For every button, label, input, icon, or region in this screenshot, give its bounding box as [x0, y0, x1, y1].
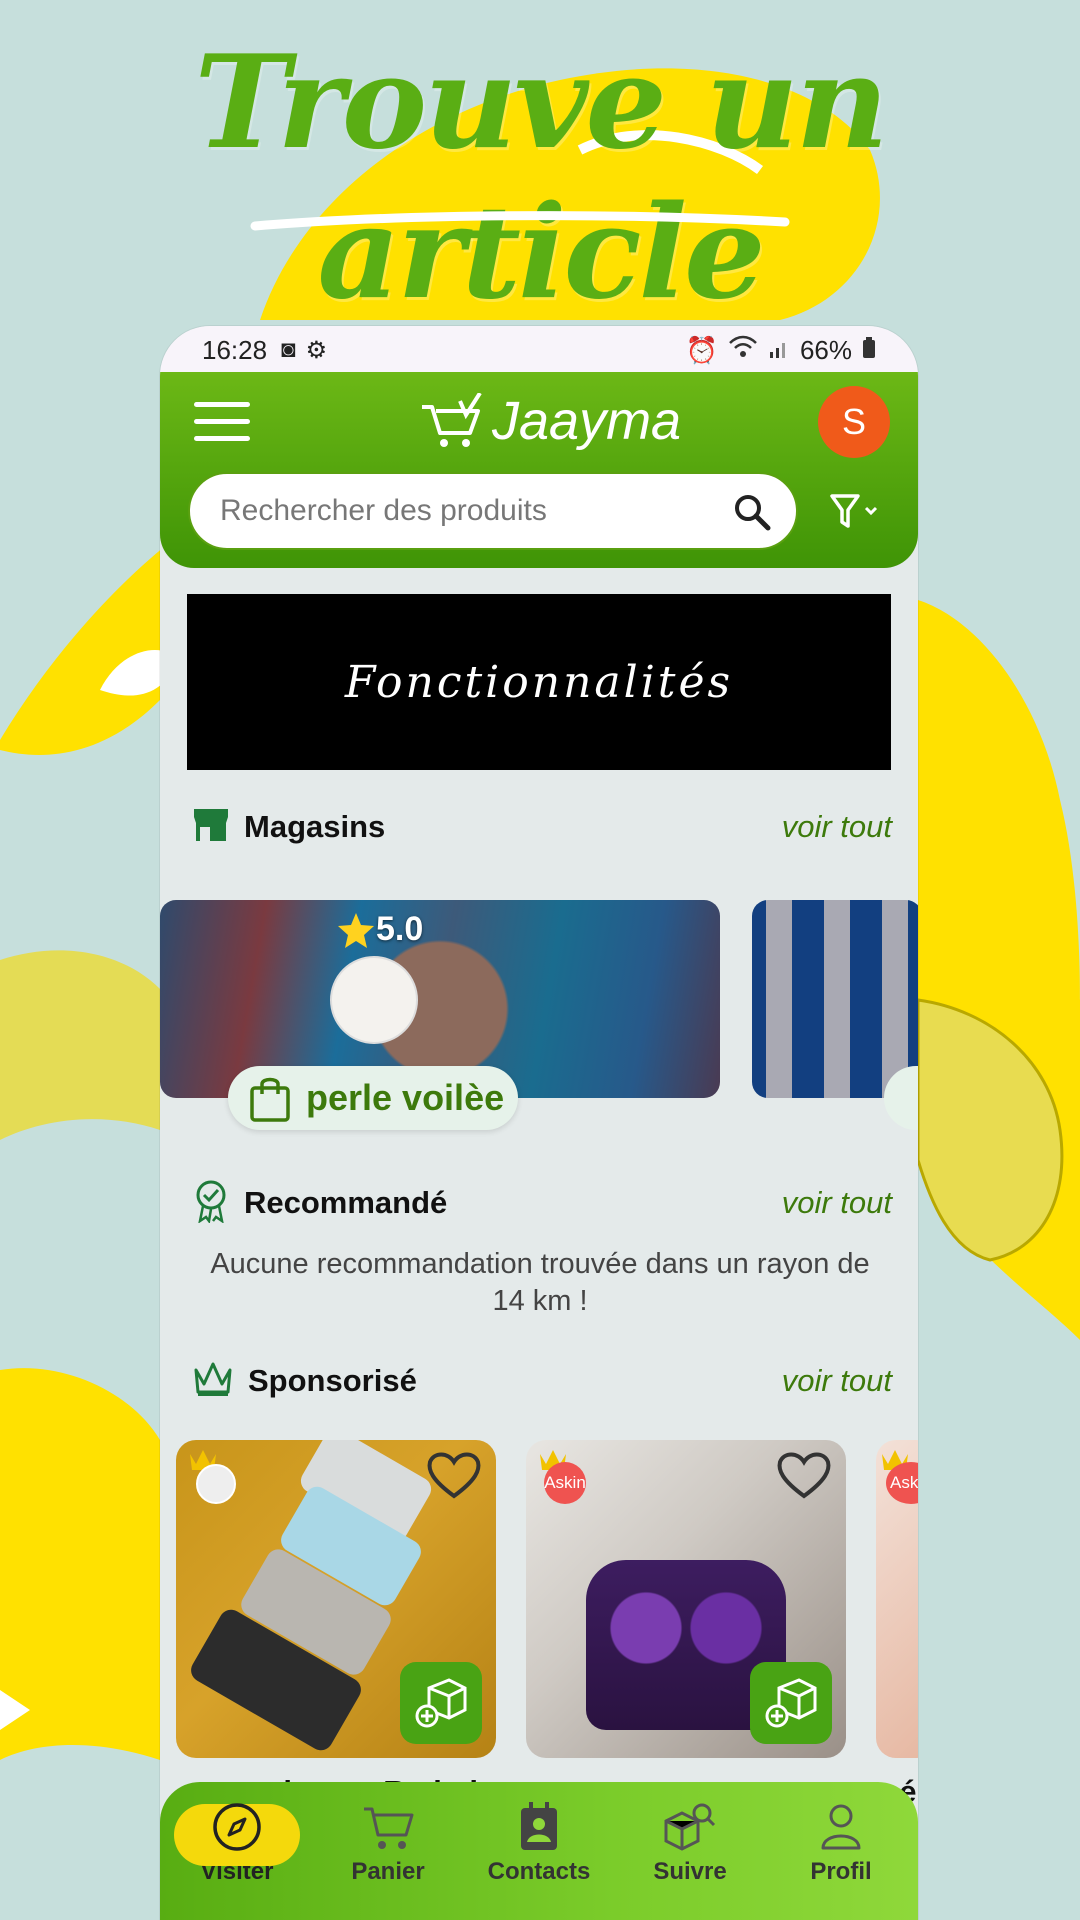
app-logo: Jaayma — [420, 390, 681, 452]
search-input[interactable] — [220, 494, 700, 528]
contact-book-icon — [474, 1798, 604, 1856]
person-icon — [776, 1798, 906, 1856]
signal-icon — [768, 335, 790, 366]
logo-cart-icon — [422, 393, 482, 447]
settings-icon: ⚙ — [305, 336, 328, 364]
status-time: 16:28 — [202, 334, 268, 365]
star-icon — [338, 912, 374, 948]
status-bar: 16:28 ◙ ⚙ ⏰ 66% — [160, 326, 918, 374]
menu-button[interactable] — [194, 402, 250, 442]
screen-record-icon: ◙ — [281, 336, 296, 363]
store-card[interactable] — [752, 900, 918, 1098]
app-name: Jaayma — [492, 391, 682, 451]
nav-panier[interactable]: Panier — [323, 1798, 453, 1886]
favorite-heart-icon[interactable] — [426, 1450, 482, 1505]
store-name: perle voilèe — [306, 1077, 505, 1118]
track-package-icon — [625, 1798, 755, 1856]
search-bar — [188, 472, 798, 550]
stores-header: Magasins voir tout — [192, 802, 892, 852]
nav-suivre[interactable]: Suivre — [625, 1798, 755, 1886]
stores-title: Magasins — [244, 809, 386, 844]
phone-screen: 16:28 ◙ ⚙ ⏰ 66% Jaayma S Rechercher des … — [160, 326, 918, 1920]
filter-icon[interactable] — [828, 492, 884, 537]
search-icon[interactable] — [732, 492, 772, 537]
user-avatar[interactable]: S — [818, 386, 890, 458]
product-card[interactable] — [176, 1440, 496, 1758]
alarm-icon: ⏰ — [685, 334, 718, 365]
store-rating: 5.0 — [336, 910, 423, 949]
store-name-pill[interactable]: perle voilèe — [228, 1066, 518, 1130]
menu-line — [194, 402, 250, 407]
headline-underline — [250, 211, 790, 231]
wifi-icon — [728, 335, 758, 366]
menu-line — [194, 436, 250, 441]
add-box-icon — [415, 1678, 467, 1728]
nav-contacts[interactable]: Contacts — [474, 1798, 604, 1886]
stores-see-all[interactable]: voir tout — [782, 809, 892, 845]
store-rating-value: 5.0 — [376, 910, 424, 948]
nav-label: Profil — [810, 1858, 872, 1885]
add-box-icon — [765, 1678, 817, 1728]
nav-label: Panier — [351, 1858, 425, 1885]
shopping-bag-icon — [250, 1077, 290, 1122]
nav-profil[interactable]: Profil — [776, 1798, 906, 1886]
product-card[interactable]: Askin — [526, 1440, 846, 1758]
app-header: Jaayma S — [160, 372, 918, 568]
sponsored-see-all[interactable]: voir tout — [782, 1363, 892, 1399]
nav-label: Contacts — [487, 1858, 591, 1885]
cart-icon — [323, 1798, 453, 1856]
crown-icon — [192, 1360, 234, 1403]
compass-icon — [172, 1798, 302, 1856]
nav-visiter[interactable]: Visiter — [172, 1798, 302, 1886]
store-logo — [330, 956, 418, 1044]
recommended-see-all[interactable]: voir tout — [782, 1185, 892, 1221]
sponsored-title: Sponsorisé — [248, 1363, 417, 1398]
favorite-heart-icon[interactable] — [776, 1450, 832, 1505]
battery-percent: 66% — [799, 334, 852, 365]
recommended-title: Recommandé — [244, 1185, 448, 1220]
add-to-cart-button[interactable] — [400, 1662, 482, 1744]
store-icon — [192, 807, 230, 848]
add-to-cart-button[interactable] — [750, 1662, 832, 1744]
product-card[interactable]: Ask — [876, 1440, 918, 1758]
recommended-header: Recommandé voir tout — [192, 1178, 892, 1228]
seller-badge: Askin — [544, 1462, 586, 1504]
nav-label: Suivre — [653, 1858, 727, 1885]
promo-headline: Trouve un article — [194, 28, 888, 328]
empty-recommendations-message: Aucune recommandation trouvée dans un ra… — [210, 1248, 870, 1317]
seller-avatar — [196, 1464, 236, 1504]
menu-line — [194, 419, 250, 424]
battery-icon — [862, 335, 876, 366]
sponsored-header: Sponsorisé voir tout — [192, 1356, 892, 1406]
feature-banner[interactable]: Fonctionnalités — [187, 594, 891, 770]
badge-check-icon — [192, 1179, 230, 1228]
bottom-navigation: Visiter Panier Contacts Suivre Profil — [160, 1782, 918, 1920]
